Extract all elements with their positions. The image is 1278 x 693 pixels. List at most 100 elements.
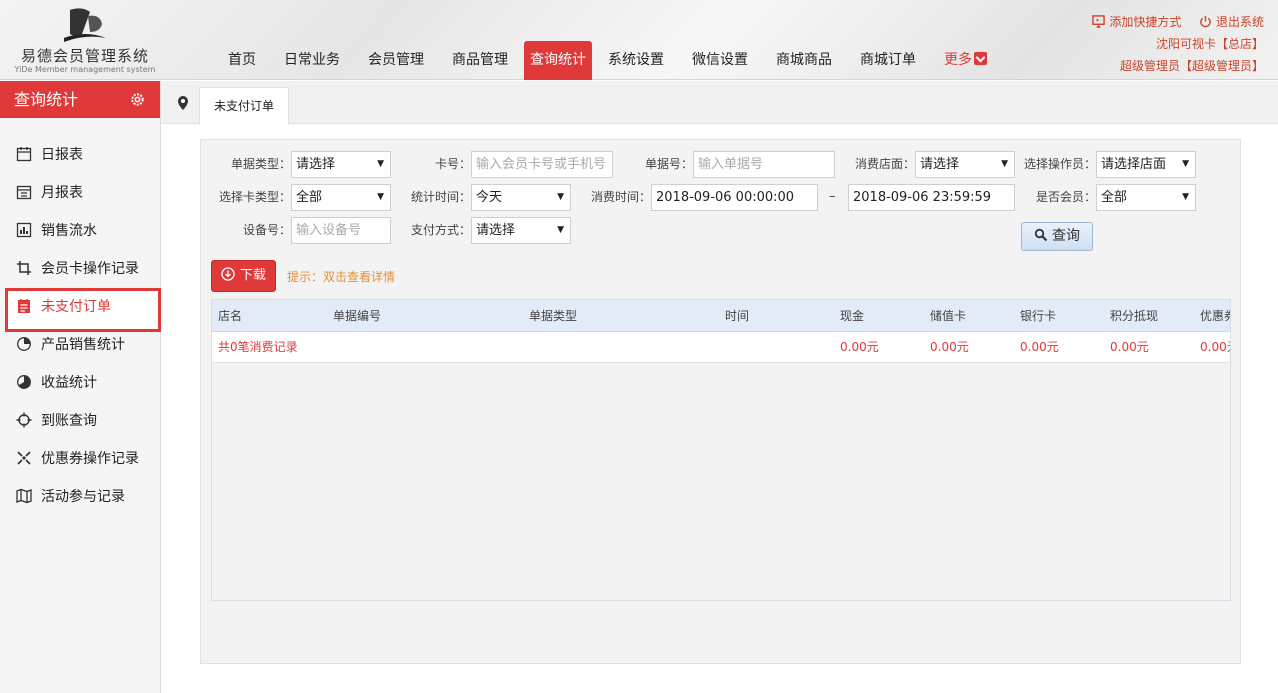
crosshair-icon <box>16 412 32 428</box>
consume-time-start[interactable]: 2018-09-06 00:00:00 <box>651 184 818 211</box>
card-type-label: 选择卡类型： <box>218 190 291 204</box>
nav-item-mall-orders[interactable]: 商城订单 <box>848 41 928 80</box>
bill-type-label: 单据类型： <box>230 157 291 171</box>
nav-item-daily[interactable]: 日常业务 <box>272 41 352 80</box>
column-header[interactable]: 店名 <box>218 300 242 332</box>
column-header[interactable]: 现金 <box>840 300 864 332</box>
nav-item-more[interactable]: 更多 <box>932 41 999 80</box>
device-no-input[interactable]: 输入设备号 <box>291 217 391 244</box>
gear-icon[interactable] <box>129 91 146 108</box>
nav-item-home[interactable]: 首页 <box>216 41 268 80</box>
bill-no-label: 单据号： <box>644 157 693 171</box>
bill-type-select[interactable]: 请选择 <box>291 151 391 178</box>
nav-item-mall-products[interactable]: 商城商品 <box>764 41 844 80</box>
sidebar: 查询统计 日报表 月报表 销售流水 会员卡操作记录 未支付订单 产品销售统计 收… <box>0 81 161 693</box>
tab-unpaid-orders[interactable]: 未支付订单 <box>199 87 289 125</box>
query-button[interactable]: 查询 <box>1021 222 1093 251</box>
sidebar-item-monthly-report[interactable]: 月报表 <box>0 174 160 212</box>
power-icon <box>1200 15 1211 28</box>
nav-item-wechat[interactable]: 微信设置 <box>680 41 760 80</box>
download-button-label: 下载 <box>239 268 266 283</box>
logo-text-cn: 易德会员管理系统 <box>20 47 149 65</box>
scatter-icon <box>17 451 31 465</box>
nav-item-products[interactable]: 商品管理 <box>440 41 520 80</box>
date-range-separator: – <box>829 189 836 204</box>
card-no-input[interactable]: 输入会员卡号或手机号 <box>471 151 613 178</box>
device-no-label: 设备号： <box>242 223 291 237</box>
operator-select[interactable]: 请选择店面 <box>1096 151 1196 178</box>
query-button-label: 查询 <box>1052 228 1080 244</box>
sidebar-menu: 日报表 月报表 销售流水 会员卡操作记录 未支付订单 产品销售统计 收益统计 到… <box>0 136 161 516</box>
sidebar-item-revenue[interactable]: 收益统计 <box>0 364 160 402</box>
main-nav: 首页 日常业务 会员管理 商品管理 查询统计 系统设置 微信设置 商城商品 商城… <box>216 41 1003 80</box>
add-shortcut-link[interactable]: 添加快捷方式 <box>1092 15 1185 29</box>
stat-time-select[interactable]: 今天 <box>471 184 571 211</box>
summary-coupon: 0.00元 <box>1200 340 1230 354</box>
crop-icon <box>17 261 31 275</box>
card-type-select[interactable]: 全部 <box>291 184 391 211</box>
store-label: 消费店面： <box>854 157 915 171</box>
sidebar-item-arrival-query[interactable]: 到账查询 <box>0 402 160 440</box>
sidebar-item-label: 月报表 <box>41 185 83 201</box>
sidebar-item-label: 未支付订单 <box>41 299 111 315</box>
column-header[interactable]: 储值卡 <box>930 300 966 332</box>
bill-no-input[interactable]: 输入单据号 <box>693 151 835 178</box>
column-header[interactable]: 时间 <box>725 300 749 332</box>
add-shortcut-label: 添加快捷方式 <box>1109 15 1182 29</box>
summary-points: 0.00元 <box>1110 340 1149 354</box>
column-header[interactable]: 单据编号 <box>333 300 381 332</box>
column-header[interactable]: 优惠券 <box>1200 300 1230 332</box>
orders-table: 店名 单据编号 单据类型 时间 现金 储值卡 银行卡 积分抵现 优惠券 共0笔消… <box>211 299 1231 601</box>
column-header[interactable]: 银行卡 <box>1020 300 1056 332</box>
nav-item-query-stats[interactable]: 查询统计 <box>524 41 592 80</box>
logout-link[interactable]: 退出系统 <box>1195 15 1264 29</box>
bar-chart-icon <box>16 222 32 238</box>
nav-item-members[interactable]: 会员管理 <box>356 41 436 80</box>
nav-item-settings[interactable]: 系统设置 <box>596 41 676 80</box>
logout-label: 退出系统 <box>1215 15 1264 29</box>
user-panel: 添加快捷方式 退出系统 沈阳可视卡【总店】 超级管理员【超级管理员】 <box>1092 11 1264 77</box>
table-row[interactable]: 共0笔消费记录 0.00元 0.00元 0.00元 0.00元 0.00元 <box>212 332 1230 363</box>
store-name[interactable]: 沈阳可视卡【总店】 <box>1092 33 1264 55</box>
half-circle-icon <box>17 375 31 389</box>
chevron-down-icon <box>974 52 987 65</box>
pay-method-label: 支付方式： <box>410 223 471 237</box>
monitor-icon <box>1092 15 1106 28</box>
sidebar-item-label: 优惠券操作记录 <box>41 451 139 467</box>
summary-stored-card: 0.00元 <box>930 340 969 354</box>
summary-cash: 0.00元 <box>840 340 879 354</box>
consume-time-label: 消费时间： <box>590 190 651 204</box>
sidebar-item-label: 会员卡操作记录 <box>41 261 139 277</box>
sidebar-item-card-log[interactable]: 会员卡操作记录 <box>0 250 160 288</box>
sidebar-item-unpaid-orders[interactable]: 未支付订单 <box>0 288 161 332</box>
logo-text-en: YiDe Member management system <box>14 65 156 74</box>
is-member-select[interactable]: 全部 <box>1096 184 1196 211</box>
app-header: 易德会员管理系统 YiDe Member management system 首… <box>0 0 1278 80</box>
operator-label: 选择操作员： <box>1023 157 1096 171</box>
download-button[interactable]: 下载 <box>211 260 276 292</box>
calendar-icon <box>16 147 32 162</box>
column-header[interactable]: 单据类型 <box>529 300 577 332</box>
download-icon <box>221 267 235 281</box>
sidebar-item-coupon-log[interactable]: 优惠券操作记录 <box>0 440 160 478</box>
pay-method-select[interactable]: 请选择 <box>471 217 571 244</box>
app-logo[interactable]: 易德会员管理系统 YiDe Member management system <box>10 4 160 76</box>
stat-time-label: 统计时间： <box>410 190 471 204</box>
calendar-month-icon <box>16 185 32 200</box>
sidebar-item-activity-log[interactable]: 活动参与记录 <box>0 478 160 516</box>
consume-time-end[interactable]: 2018-09-06 23:59:59 <box>848 184 1015 211</box>
summary-bank-card: 0.00元 <box>1020 340 1059 354</box>
map-icon <box>16 488 32 504</box>
sidebar-item-sales-flow[interactable]: 销售流水 <box>0 212 160 250</box>
sidebar-item-product-sales[interactable]: 产品销售统计 <box>0 326 160 364</box>
store-select[interactable]: 请选择 <box>915 151 1015 178</box>
pie-chart-icon <box>17 337 31 351</box>
sidebar-item-label: 收益统计 <box>41 375 97 391</box>
column-header[interactable]: 积分抵现 <box>1110 300 1158 332</box>
sidebar-item-daily-report[interactable]: 日报表 <box>0 136 160 174</box>
sidebar-item-label: 销售流水 <box>41 223 97 239</box>
user-name[interactable]: 超级管理员【超级管理员】 <box>1092 55 1264 77</box>
location-pin-icon <box>178 96 188 110</box>
table-header: 店名 单据编号 单据类型 时间 现金 储值卡 银行卡 积分抵现 优惠券 <box>212 300 1230 332</box>
hint-text: 提示：双击查看详情 <box>287 270 396 284</box>
